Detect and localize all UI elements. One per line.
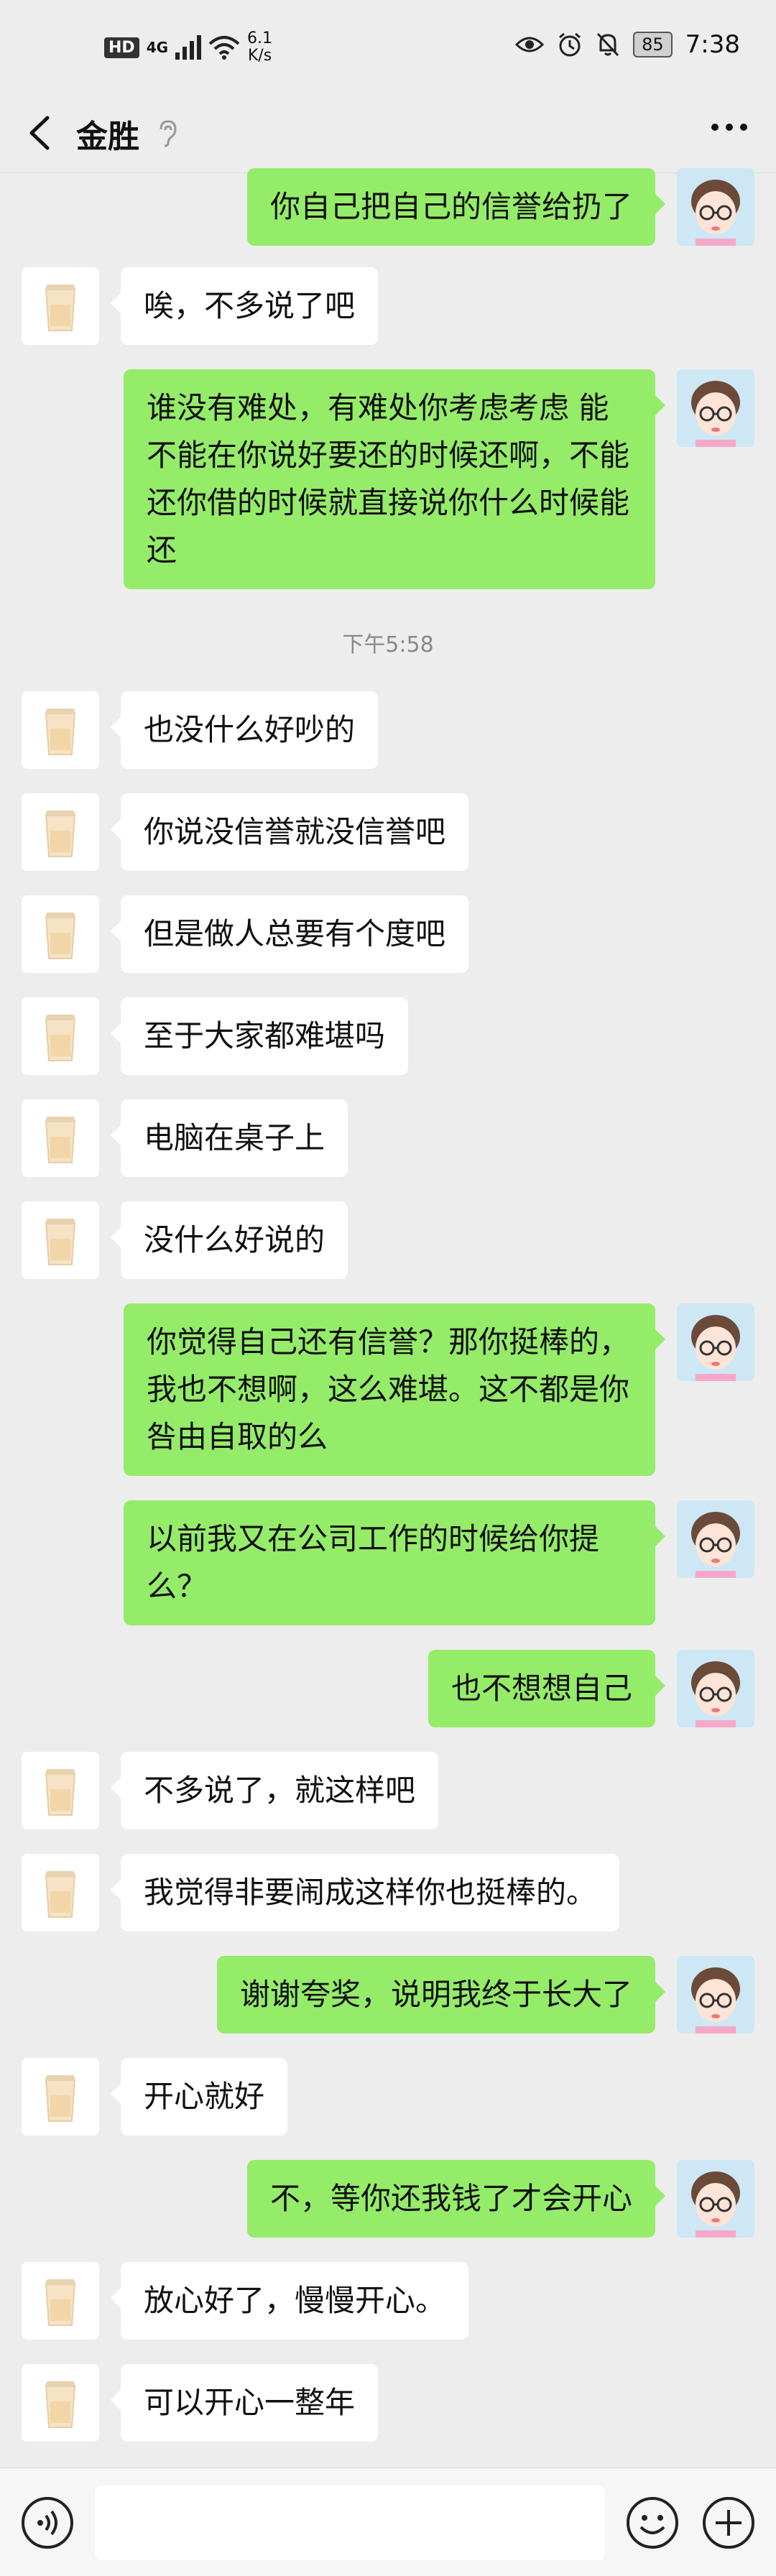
message-row: 不多说了，就这样吧 [0,1752,776,1831]
contact-avatar[interactable] [22,2364,99,2442]
emoji-icon[interactable] [625,2496,680,2550]
message-bubble[interactable]: 但是做人总要有个度吧 [110,895,469,973]
timestamp: 下午5:58 [342,632,434,657]
voice-input-icon[interactable] [20,2496,75,2550]
message-bubble[interactable]: 开心就好 [110,2058,288,2136]
message-row: 开心就好 [0,2058,776,2137]
clock: 7:38 [685,30,740,59]
back-arrow-icon[interactable] [26,115,55,151]
message-row: 没什么好说的 [0,1201,776,1280]
plus-icon[interactable] [701,2496,756,2550]
message-row: 以前我又在公司工作的时候给你提么？ [0,1500,776,1630]
message-row: 你说没信誉就没信誉吧 [0,793,776,872]
message-row: 我觉得非要闹成这样你也挺棒的。 [0,1854,776,1933]
message-bubble[interactable]: 你自己把自己的信誉给扔了 [246,168,666,246]
message-row: 但是做人总要有个度吧 [0,895,776,974]
message-row: 你觉得自己还有信誉？那你挺棒的，我也不想啊，这么难堪。这不都是你咎由自取的么 [0,1303,776,1483]
message-row: 谁没有难处，有难处你考虑考虑 能不能在你说好要还的时候还啊，不能还你借的时候就直… [0,369,776,592]
contact-avatar[interactable] [22,267,99,345]
eye-icon [515,37,545,52]
hd-badge: HD [104,37,139,58]
contact-avatar[interactable] [22,2058,99,2136]
message-bubble[interactable]: 也没什么好吵的 [110,691,379,769]
network-label: 4G [146,39,169,56]
self-avatar[interactable] [677,369,754,447]
earpiece-mode-icon [160,120,177,147]
chat-title: 金胜 [76,119,139,155]
contact-avatar[interactable] [22,1752,99,1829]
alarm-icon [559,32,581,57]
status-left: HD 4G 6.1 K/s [104,30,272,65]
message-row: 电脑在桌子上 [0,1099,776,1178]
message-bubble[interactable]: 唉，不多说了吧 [110,267,379,345]
message-bubble[interactable]: 至于大家都难堪吗 [110,997,409,1075]
message-row: 谢谢夸奖，说明我终于长大了 [0,1956,776,2035]
self-avatar[interactable] [677,1303,754,1381]
mute-bell-icon [596,32,619,57]
message-bubble[interactable]: 谢谢夸奖，说明我终于长大了 [216,1956,666,2033]
message-row: 放心好了，慢慢开心。 [0,2262,776,2341]
message-bubble[interactable]: 以前我又在公司工作的时候给你提么？ [124,1500,665,1625]
message-bubble[interactable]: 你说没信誉就没信誉吧 [110,793,469,871]
self-avatar[interactable] [677,1500,754,1578]
message-bubble[interactable]: 谁没有难处，有难处你考虑考虑 能不能在你说好要还的时候还啊，不能还你借的时候就直… [124,369,665,589]
message-row: 你自己把自己的信誉给扔了 [0,167,776,246]
net-speed-unit: K/s [247,47,272,65]
message-bubble[interactable]: 可以开心一整年 [110,2364,379,2442]
signal-icon [175,35,202,60]
message-input[interactable] [95,2485,605,2560]
message-row: 可以开心一整年 [0,2364,776,2443]
status-bar: HD 4G 6.1 K/s 85 7:38 [0,0,776,93]
chat-header: 金胜 [0,93,776,173]
contact-avatar[interactable] [22,1201,99,1279]
message-bubble[interactable]: 不多说了，就这样吧 [110,1752,439,1829]
contact-avatar[interactable] [22,1854,99,1931]
self-avatar[interactable] [677,1650,754,1727]
message-bubble[interactable]: 不，等你还我钱了才会开心 [246,2160,666,2238]
message-row: 也不想想自己 [0,1650,776,1729]
message-bubble[interactable]: 我觉得非要闹成这样你也挺棒的。 [110,1854,620,1931]
contact-avatar[interactable] [22,895,99,973]
contact-avatar[interactable] [22,691,99,769]
message-row: 至于大家都难堪吗 [0,997,776,1076]
contact-avatar[interactable] [22,2262,99,2340]
input-bar [0,2467,776,2576]
message-bubble[interactable]: 没什么好说的 [110,1201,348,1279]
message-bubble[interactable]: 放心好了，慢慢开心。 [110,2262,469,2340]
message-row: 也没什么好吵的 [0,691,776,770]
message-bubble[interactable]: 你觉得自己还有信誉？那你挺棒的，我也不想啊，这么难堪。这不都是你咎由自取的么 [124,1303,665,1476]
message-row: 不，等你还我钱了才会开心 [0,2160,776,2239]
message-row: 唉，不多说了吧 [0,267,776,346]
self-avatar[interactable] [677,168,754,246]
contact-avatar[interactable] [22,793,99,871]
message-bubble[interactable]: 也不想想自己 [428,1650,666,1727]
self-avatar[interactable] [677,2160,754,2238]
net-speed: 6.1 K/s [247,30,272,65]
status-right: 85 7:38 [515,30,740,59]
contact-avatar[interactable] [22,1099,99,1177]
contact-avatar[interactable] [22,997,99,1075]
message-bubble[interactable]: 电脑在桌子上 [110,1099,348,1177]
battery-icon: 85 [633,32,673,57]
wifi-icon [208,36,240,60]
self-avatar[interactable] [677,1956,754,2033]
more-options-icon[interactable] [711,124,747,131]
net-speed-value: 6.1 [247,29,273,47]
